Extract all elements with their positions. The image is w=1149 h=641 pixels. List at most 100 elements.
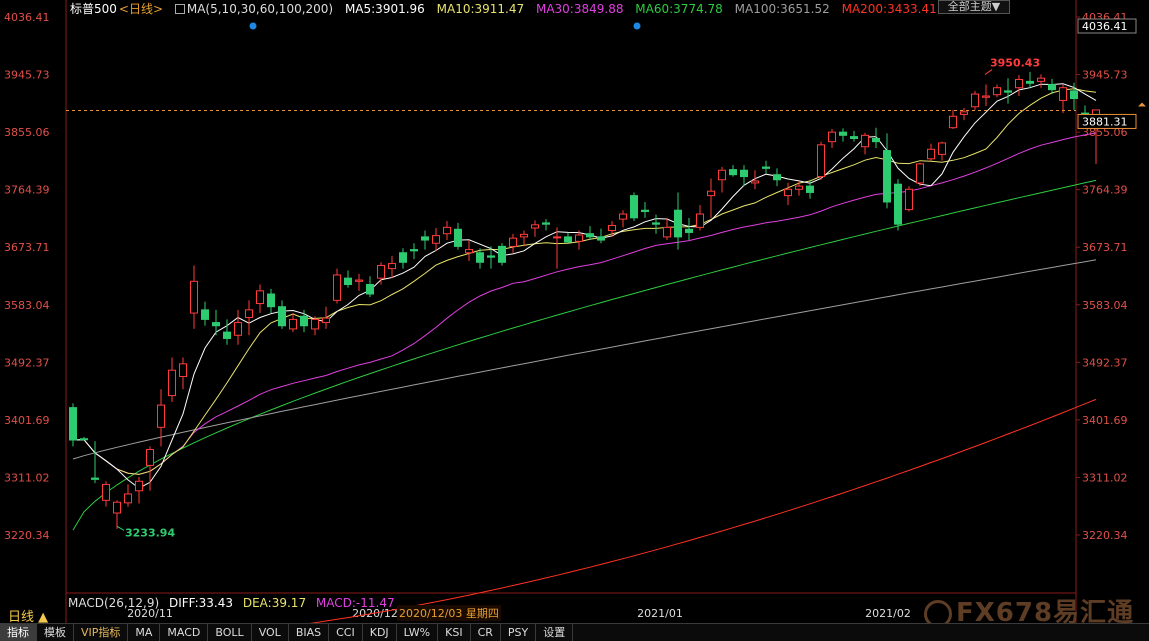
candle-body-57 bbox=[696, 213, 704, 228]
candle-body-45 bbox=[564, 236, 572, 243]
macd-label[interactable]: MACD(26,12,9) bbox=[68, 596, 159, 610]
theme-dropdown[interactable]: 全部主题▼ bbox=[938, 0, 1010, 14]
candle-body-49 bbox=[608, 224, 616, 232]
candle-body-8 bbox=[157, 404, 165, 428]
candle-body-59 bbox=[718, 169, 726, 181]
candle-body-80 bbox=[949, 115, 957, 129]
candle-body-60 bbox=[729, 169, 737, 176]
candle-body-88 bbox=[1037, 77, 1045, 82]
high-label: 3950.43 bbox=[990, 57, 1040, 70]
candle-body-50 bbox=[619, 213, 627, 220]
candle-body-42 bbox=[531, 224, 539, 229]
candle-body-35 bbox=[454, 228, 462, 247]
candle-body-9 bbox=[168, 369, 176, 397]
symbol-label[interactable]: 标普500 bbox=[70, 2, 117, 16]
tab-14[interactable]: 设置 bbox=[536, 624, 574, 641]
candle-body-2 bbox=[91, 477, 99, 480]
period-tag[interactable]: <日线> bbox=[119, 2, 163, 16]
y-tick-left-9: 3220.34 bbox=[4, 529, 50, 542]
candle-body-26 bbox=[355, 279, 363, 282]
candle-body-16 bbox=[245, 309, 253, 318]
tab-1[interactable]: 模板 bbox=[37, 624, 74, 641]
ma-params[interactable]: MA(5,10,30,60,100,200) bbox=[187, 2, 333, 16]
candle-body-30 bbox=[399, 252, 407, 263]
tab-11[interactable]: KSI bbox=[438, 624, 471, 641]
candle-body-1 bbox=[80, 438, 88, 441]
candle-body-90 bbox=[1059, 87, 1067, 101]
y-tick-right-7: 3401.69 bbox=[1082, 414, 1128, 427]
y-tick-right-9: 3220.34 bbox=[1082, 529, 1128, 542]
tab-0[interactable]: 指标 bbox=[0, 624, 37, 641]
y-tick-left-1: 3945.73 bbox=[4, 69, 50, 82]
crosshair-date-tag: 2020/12/03 星期四 bbox=[397, 605, 501, 621]
candle-body-31 bbox=[410, 249, 418, 252]
top-axis-value: 4036.41 bbox=[1082, 20, 1128, 33]
ma100-line bbox=[72, 259, 1097, 460]
diff-value: DIFF:33.43 bbox=[168, 596, 234, 610]
candle-body-39 bbox=[498, 245, 506, 263]
y-tick-right-5: 3583.04 bbox=[1082, 299, 1128, 312]
tab-8[interactable]: CCI bbox=[329, 624, 363, 641]
y-tick-left-8: 3311.02 bbox=[4, 471, 50, 484]
dea-value: DEA:39.17 bbox=[242, 596, 307, 610]
y-tick-left-6: 3492.37 bbox=[4, 356, 50, 369]
candle-body-6 bbox=[135, 480, 143, 492]
candle-body-76 bbox=[905, 188, 913, 211]
candle-body-32 bbox=[421, 236, 429, 241]
tab-6[interactable]: VOL bbox=[252, 624, 289, 641]
candle-body-67 bbox=[806, 185, 814, 193]
candle-body-77 bbox=[916, 163, 924, 184]
candle-body-23 bbox=[322, 317, 330, 324]
candle-body-5 bbox=[124, 493, 132, 504]
candle-body-73 bbox=[872, 137, 880, 143]
tab-10[interactable]: LW% bbox=[397, 624, 439, 641]
tab-2[interactable]: VIP指标 bbox=[74, 624, 129, 641]
candle-body-64 bbox=[773, 174, 781, 181]
candle-body-66 bbox=[795, 185, 803, 190]
candle-body-85 bbox=[1004, 90, 1012, 93]
candle-body-54 bbox=[663, 226, 671, 238]
candle-body-40 bbox=[509, 237, 517, 247]
candle-body-17 bbox=[256, 290, 264, 305]
candle-body-58 bbox=[707, 190, 715, 197]
y-tick-right-8: 3311.02 bbox=[1082, 471, 1128, 484]
low-pointer bbox=[116, 525, 125, 531]
price-chart: 4036.41 4036.413945.73 3945.733855.06 3855.… bbox=[4, 0, 1146, 640]
y-tick-left-2: 3855.06 bbox=[4, 126, 50, 139]
candle-body-61 bbox=[740, 169, 748, 178]
candle-body-3 bbox=[102, 483, 110, 501]
y-tick-right-6: 3492.37 bbox=[1082, 356, 1128, 369]
candle-body-71 bbox=[850, 136, 858, 139]
tab-5[interactable]: BOLL bbox=[208, 624, 252, 641]
candle-body-84 bbox=[993, 87, 1001, 96]
candle-body-82 bbox=[971, 93, 979, 108]
tab-9[interactable]: KDJ bbox=[363, 624, 397, 641]
y-tick-right-1: 3945.73 bbox=[1082, 69, 1128, 82]
candle-body-11 bbox=[190, 280, 198, 314]
candle-body-12 bbox=[201, 309, 209, 320]
candle-body-43 bbox=[542, 222, 550, 225]
tab-4[interactable]: MACD bbox=[160, 624, 209, 641]
candle-body-22 bbox=[311, 318, 319, 330]
y-tick-left-4: 3673.71 bbox=[4, 241, 50, 254]
candle-body-65 bbox=[784, 188, 792, 197]
candle-body-47 bbox=[586, 233, 594, 238]
tab-7[interactable]: BIAS bbox=[289, 624, 330, 641]
chart-header: 标普500 <日线> MA(5,10,30,60,100,200) MA5:390… bbox=[0, 0, 945, 16]
y-tick-left-3: 3764.39 bbox=[4, 184, 50, 197]
candle-body-0 bbox=[69, 407, 77, 441]
indicator-tab-bar: 指标 模板 VIP指标 MA MACD BOLL VOL BIAS CCI KDJ LW% KSI CR… bbox=[0, 623, 1149, 641]
indicator-header: MACD(26,12,9) DIFF:33.43 DEA:39.17 MACD:… bbox=[68, 596, 401, 610]
candle-body-89 bbox=[1048, 84, 1056, 91]
candle-body-28 bbox=[377, 264, 385, 279]
candle-body-37 bbox=[476, 252, 484, 263]
last-price-label: 3881.31 bbox=[1082, 115, 1128, 128]
candle-body-55 bbox=[674, 209, 682, 238]
tab-13[interactable]: PSY bbox=[501, 624, 537, 641]
candle-body-46 bbox=[575, 234, 583, 242]
tab-12[interactable]: CR bbox=[471, 624, 501, 641]
ma-icon bbox=[174, 4, 185, 14]
tab-3[interactable]: MA bbox=[128, 624, 161, 641]
candle-body-10 bbox=[179, 363, 187, 378]
candle-body-24 bbox=[333, 274, 341, 301]
